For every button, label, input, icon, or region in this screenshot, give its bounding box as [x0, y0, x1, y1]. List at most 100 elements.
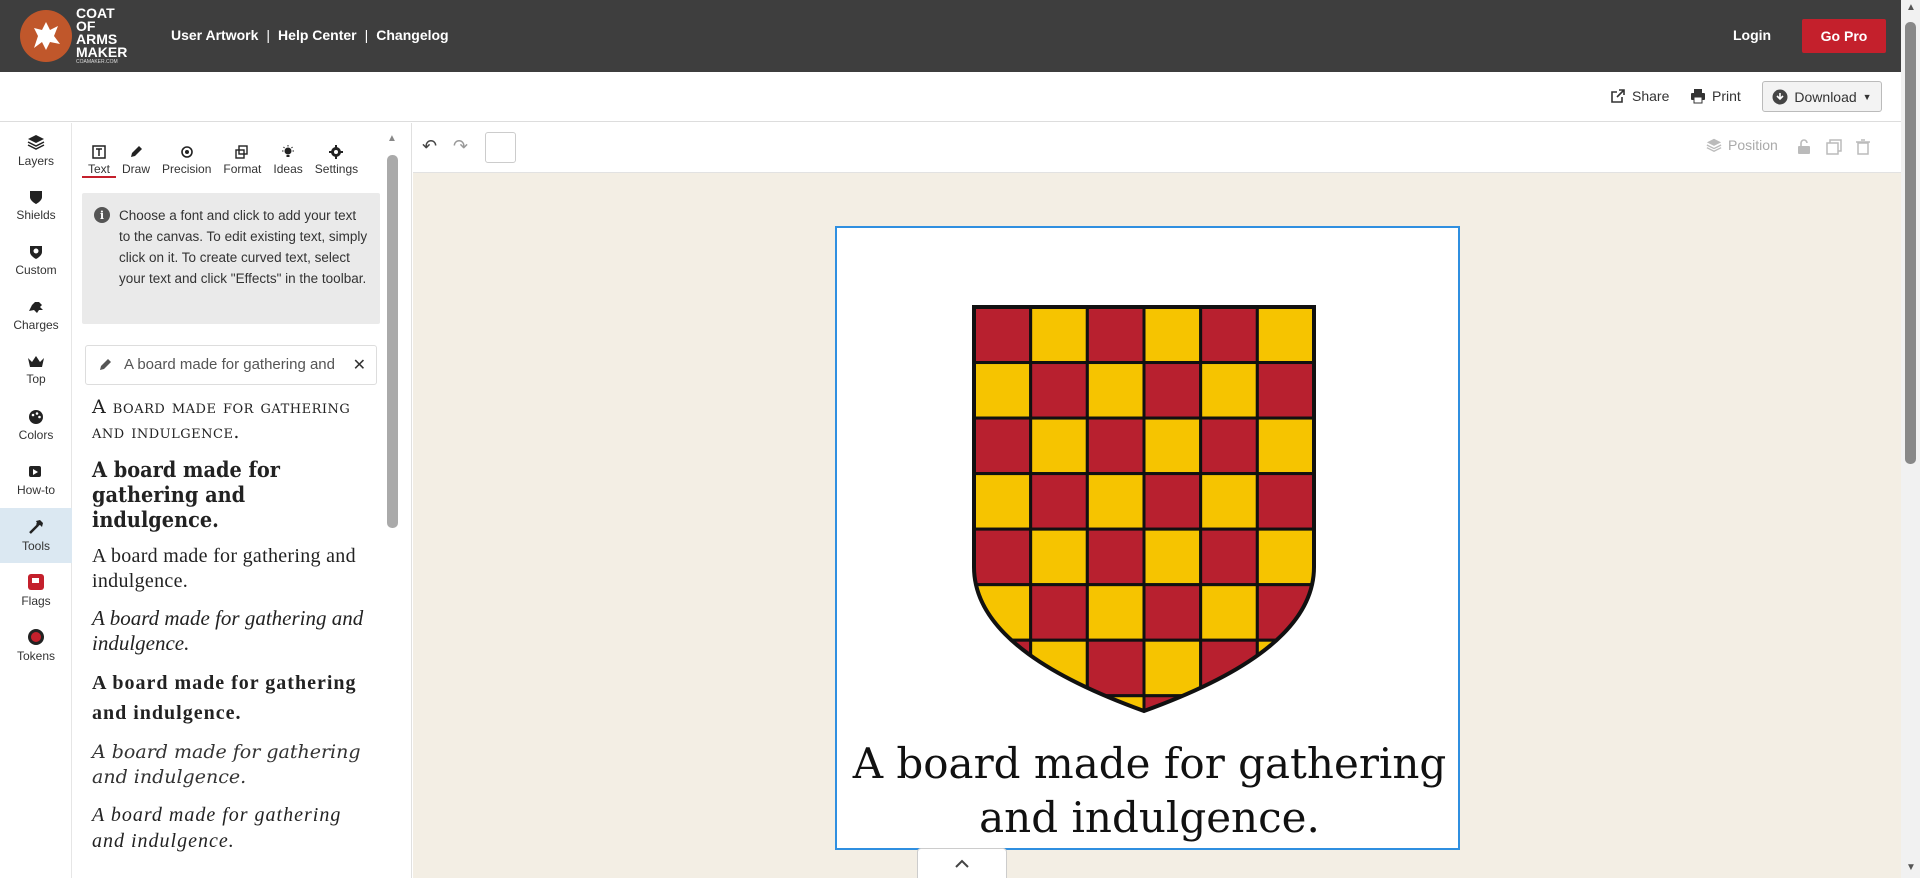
text-input[interactable] [124, 356, 339, 373]
page-scrollbar[interactable]: ▲ ▼ [1901, 0, 1920, 878]
help-text: Choose a font and click to add your text… [119, 208, 368, 286]
go-pro-button[interactable]: Go Pro [1802, 19, 1886, 53]
printer-icon [1691, 89, 1705, 104]
shield-check-cell [1085, 307, 1146, 365]
flag-icon [28, 574, 44, 590]
font-sample[interactable]: A board made for gathering and indulgenc… [92, 544, 377, 594]
top-nav: COAT OF ARMS MAKER COAMAKER.COM User Art… [0, 0, 1901, 72]
shield-check-cell [1199, 583, 1259, 642]
tab-draw[interactable]: Draw [116, 145, 156, 178]
login-link[interactable]: Login [1733, 27, 1771, 43]
canvas-area: ↶ ↷ Position A board made for gathering … [413, 123, 1901, 878]
shield-check-cell [1199, 527, 1259, 587]
shield-check-cell [1255, 527, 1314, 587]
lightbulb-icon [282, 145, 295, 157]
font-sample[interactable]: A board made for gathering and indulgenc… [92, 740, 377, 790]
shield-check-cell [1085, 361, 1146, 420]
shield-check-cell [1142, 527, 1203, 587]
artboard[interactable]: A board made for gathering and indulgenc… [835, 226, 1460, 850]
chevron-up-icon [955, 859, 969, 868]
shield-check-cell [974, 472, 1033, 531]
share-icon [1611, 89, 1625, 103]
nav-separator: | [364, 27, 369, 43]
shield-check-cell [1142, 307, 1203, 365]
scroll-up-icon[interactable]: ▲ [387, 133, 397, 144]
shield-check-cell [974, 694, 1033, 711]
text-icon [92, 145, 106, 159]
rail-item-flags[interactable]: Flags [0, 563, 72, 618]
font-sample[interactable]: A board made for gathering and indulgenc… [92, 457, 354, 532]
unlock-icon[interactable] [1797, 139, 1811, 155]
print-button[interactable]: Print [1690, 88, 1741, 104]
share-button[interactable]: Share [1610, 88, 1669, 104]
page-scrollbar-thumb[interactable] [1905, 22, 1916, 464]
color-swatch[interactable] [485, 132, 516, 163]
rail-item-colors[interactable]: Colors [0, 398, 72, 453]
font-sample[interactable]: A board made for gathering and indulgenc… [92, 395, 377, 445]
clear-icon[interactable]: ✕ [353, 355, 366, 375]
crown-icon [28, 356, 44, 367]
tab-settings[interactable]: Settings [309, 145, 364, 178]
font-sample[interactable]: A board made for gathering and indulgenc… [92, 606, 377, 656]
rail-item-shields[interactable]: Shields [0, 178, 72, 233]
rail-item-tokens[interactable]: Tokens [0, 618, 72, 673]
position-button[interactable]: Position [1706, 137, 1778, 153]
font-sample[interactable]: A board made for gathering and indulgenc… [92, 802, 377, 854]
duplicate-icon[interactable] [1826, 139, 1842, 155]
scroll-down-icon[interactable]: ▼ [1906, 862, 1916, 873]
download-button[interactable]: Download ▼ [1762, 81, 1882, 112]
tab-text[interactable]: Text [82, 145, 117, 178]
tools-panel: Text Draw Precision Format Ideas Setting… [72, 123, 412, 878]
scroll-up-icon[interactable]: ▲ [1906, 2, 1916, 13]
tools-tabs: Text Draw Precision Format Ideas Setting… [82, 145, 364, 178]
trash-icon[interactable] [1856, 139, 1870, 155]
expand-bottom-panel[interactable] [917, 848, 1007, 878]
font-sample[interactable]: A board made for gathering and indulgenc… [92, 668, 377, 728]
rail-item-top[interactable]: Top [0, 343, 72, 398]
panel-scrollbar[interactable]: ▲ [385, 133, 398, 878]
logo-text: COAT OF ARMS MAKER COAMAKER.COM [76, 5, 128, 65]
artboard-text-line-2[interactable]: and indulgence. [837, 791, 1462, 845]
print-label: Print [1712, 88, 1741, 104]
shield-check-cell [1085, 416, 1146, 476]
undo-icon[interactable]: ↶ [422, 136, 437, 157]
pencil-icon [131, 146, 143, 157]
shield-check-cell [1199, 694, 1259, 711]
shield-check-cell [1142, 416, 1203, 476]
shield-check-cell [1255, 361, 1314, 420]
rail-item-tools[interactable]: Tools [0, 508, 72, 563]
checky-shield[interactable] [971, 304, 1317, 714]
nav-changelog[interactable]: Changelog [376, 27, 448, 43]
artboard-text-line-1[interactable]: A board made for gathering [837, 737, 1462, 791]
video-icon [29, 466, 41, 477]
shield-check-cell [1029, 583, 1089, 642]
rail-item-how-to[interactable]: How-to [0, 453, 72, 508]
shield-check-cell [1199, 416, 1259, 476]
logo[interactable]: COAT OF ARMS MAKER COAMAKER.COM [20, 5, 130, 65]
shield-check-cell [1255, 416, 1314, 476]
shield-check-cell [1142, 638, 1203, 698]
shield-check-cell [1029, 472, 1089, 531]
left-rail: Layers Shields Custom Charges Top Colors… [0, 123, 72, 878]
shield-check-cell [1029, 361, 1089, 420]
rail-item-custom[interactable]: Custom [0, 233, 72, 288]
tab-precision[interactable]: Precision [156, 145, 217, 178]
rail-item-layers[interactable]: Layers [0, 123, 72, 178]
palette-icon [29, 410, 43, 424]
rail-item-charges[interactable]: Charges [0, 288, 72, 343]
download-icon [1772, 89, 1788, 104]
tab-format[interactable]: Format [217, 145, 267, 178]
shield-check-cell [1142, 361, 1203, 420]
shield-check-cell [974, 307, 1033, 365]
shield-icon [30, 191, 42, 204]
tab-ideas[interactable]: Ideas [267, 145, 308, 178]
nav-user-artwork[interactable]: User Artwork [171, 27, 258, 43]
shield-check-cell [1199, 361, 1259, 420]
format-icon [235, 145, 249, 159]
token-icon [28, 629, 44, 645]
redo-icon[interactable]: ↷ [453, 136, 468, 157]
nav-help-center[interactable]: Help Center [278, 27, 357, 43]
shield-check-cell [1255, 694, 1314, 711]
panel-scrollbar-thumb[interactable] [387, 155, 398, 528]
download-label: Download [1794, 88, 1857, 105]
